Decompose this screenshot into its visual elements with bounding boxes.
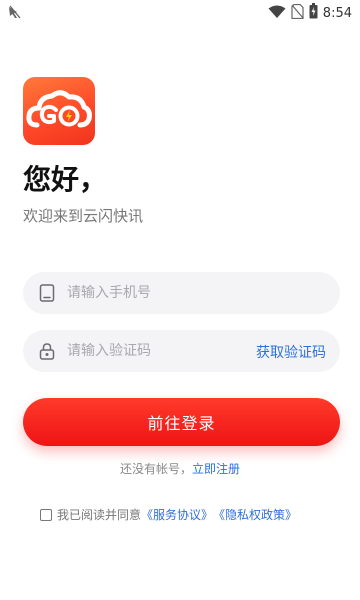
- phone-input[interactable]: [67, 272, 257, 314]
- service-agreement-link[interactable]: 《服务协议》: [141, 506, 213, 523]
- register-link[interactable]: 立即注册: [192, 462, 240, 476]
- register-prompt: 还没有帐号，: [119, 462, 192, 476]
- clock-time: 8:54: [322, 5, 352, 21]
- lock-icon: [39, 342, 55, 364]
- no-sim-icon: [291, 3, 304, 23]
- code-input[interactable]: [67, 330, 257, 372]
- battery-icon: [309, 3, 318, 23]
- phone-icon: [39, 284, 55, 306]
- agreement-text: 我已阅读并同意: [57, 508, 142, 522]
- app-notification-icon: [8, 4, 22, 23]
- welcome-subtitle: 欢迎来到云闪快讯: [23, 207, 144, 225]
- agreement-checkbox[interactable]: [40, 508, 52, 521]
- greeting-title: 您好，: [23, 163, 108, 196]
- agreement-line: 我已阅读并同意 《服务协议》 《隐私权政策》: [40, 506, 297, 523]
- wifi-icon: [268, 4, 286, 23]
- app-logo: [23, 77, 95, 145]
- get-code-button[interactable]: 获取验证码: [256, 342, 326, 362]
- phone-field[interactable]: [23, 272, 340, 314]
- privacy-policy-link[interactable]: 《隐私权政策》: [213, 506, 297, 523]
- cloud-lightning-logo-icon: [26, 90, 92, 128]
- status-bar: 8:54: [0, 0, 360, 24]
- register-line: 还没有帐号，立即注册: [0, 460, 360, 477]
- login-button[interactable]: 前往登录: [23, 398, 340, 446]
- code-field[interactable]: 获取验证码: [23, 330, 340, 372]
